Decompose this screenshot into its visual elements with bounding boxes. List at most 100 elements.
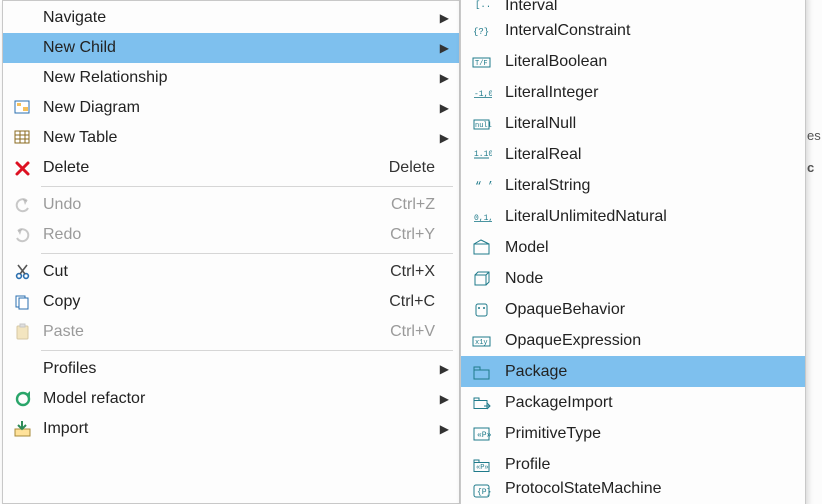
redo-icon bbox=[9, 224, 37, 246]
model-icon bbox=[467, 237, 497, 259]
menu-item-label: Navigate bbox=[43, 9, 106, 27]
submenu-item-label: ProtocolStateMachine bbox=[503, 480, 662, 498]
submenu-item-label: Node bbox=[503, 270, 543, 288]
literal-null-icon: null bbox=[467, 113, 497, 135]
menu-item-undo: UndoCtrl+Z bbox=[3, 190, 459, 220]
submenu-item-label: IntervalConstraint bbox=[503, 22, 630, 40]
menu-item-label: Redo bbox=[43, 226, 81, 244]
menu-item-import[interactable]: Import▶ bbox=[3, 414, 459, 444]
menu-item-shortcut: Ctrl+Y bbox=[390, 226, 435, 244]
svg-text:“ ”: “ ” bbox=[475, 181, 492, 193]
menu-item-copy[interactable]: Copy Ctrl+C bbox=[3, 287, 459, 317]
node-icon bbox=[467, 268, 497, 290]
import-icon bbox=[9, 418, 37, 440]
menu-item-shortcut: Ctrl+Z bbox=[391, 196, 435, 214]
package-import-icon bbox=[467, 392, 497, 414]
copy-icon bbox=[9, 291, 37, 313]
svg-text:«P»: «P» bbox=[477, 431, 492, 440]
literal-unlimited-icon: 0,1,* bbox=[467, 206, 497, 228]
new-child-submenu[interactable]: [..] Interval {?} IntervalConstraint T/FLite… bbox=[460, 0, 806, 504]
menu-item-shortcut: Ctrl+C bbox=[389, 293, 435, 311]
submenu-item-label: OpaqueExpression bbox=[503, 332, 641, 350]
menu-separator bbox=[41, 350, 453, 351]
menu-item-delete[interactable]: Delete Delete bbox=[3, 153, 459, 183]
submenu-item-literalinteger[interactable]: -1,0, LiteralInteger bbox=[461, 77, 805, 108]
literal-real-icon: 1.10 bbox=[467, 144, 497, 166]
package-icon bbox=[467, 361, 497, 383]
submenu-item-interval[interactable]: [..] Interval bbox=[461, 0, 805, 15]
submenu-item-label: OpaqueBehavior bbox=[503, 301, 625, 319]
submenu-item-literalboolean[interactable]: T/FLiteralBoolean bbox=[461, 46, 805, 77]
menu-item-label: Copy bbox=[43, 293, 80, 311]
new-table-icon bbox=[9, 127, 37, 149]
menu-item-new-child[interactable]: New Child▶ bbox=[3, 33, 459, 63]
menu-item-label: Delete bbox=[43, 159, 89, 177]
submenu-arrow-icon: ▶ bbox=[435, 12, 449, 24]
opaque-expression-icon: x1y bbox=[467, 330, 497, 352]
submenu-item-label: PrimitiveType bbox=[503, 425, 601, 443]
submenu-item-intervalconstraint[interactable]: {?} IntervalConstraint bbox=[461, 15, 805, 46]
submenu-item-primitivetype[interactable]: «P» PrimitiveType bbox=[461, 418, 805, 449]
background-panel-edge: es c bbox=[804, 0, 822, 504]
submenu-item-label: Package bbox=[503, 363, 567, 381]
context-menu[interactable]: Navigate▶New Child▶New Relationship▶New … bbox=[2, 0, 460, 504]
menu-item-profiles[interactable]: Profiles▶ bbox=[3, 354, 459, 384]
submenu-item-literalunlimitednatural[interactable]: 0,1,* LiteralUnlimitedNatural bbox=[461, 201, 805, 232]
menu-item-cut[interactable]: Cut Ctrl+X bbox=[3, 257, 459, 287]
blank-icon bbox=[9, 358, 37, 380]
submenu-arrow-icon: ▶ bbox=[435, 102, 449, 114]
svg-text:[..]: [..] bbox=[475, 0, 492, 10]
submenu-item-literalreal[interactable]: 1.10 LiteralReal bbox=[461, 139, 805, 170]
literal-integer-icon: -1,0, bbox=[467, 82, 497, 104]
menu-item-new-relationship[interactable]: New Relationship ▶ bbox=[3, 63, 459, 93]
submenu-item-profile[interactable]: «P» Profile bbox=[461, 449, 805, 480]
menu-item-navigate[interactable]: Navigate ▶ bbox=[3, 3, 459, 33]
menu-item-label: Cut bbox=[43, 263, 68, 281]
submenu-item-opaqueexpression[interactable]: x1y OpaqueExpression bbox=[461, 325, 805, 356]
submenu-item-literalnull[interactable]: null LiteralNull bbox=[461, 108, 805, 139]
menu-separator bbox=[41, 253, 453, 254]
submenu-item-label: LiteralInteger bbox=[503, 84, 598, 102]
blank-icon bbox=[9, 37, 37, 59]
protocol-sm-icon: {P} bbox=[467, 480, 497, 500]
paste-icon bbox=[9, 321, 37, 343]
menu-item-label: Profiles bbox=[43, 360, 96, 378]
menu-item-new-table[interactable]: New Table▶ bbox=[3, 123, 459, 153]
submenu-item-label: LiteralString bbox=[503, 177, 590, 195]
menu-item-label: New Relationship bbox=[43, 69, 168, 87]
model-refactor-icon bbox=[9, 388, 37, 410]
interval-constraint-icon: {?} bbox=[467, 20, 497, 42]
submenu-item-node[interactable]: Node bbox=[461, 263, 805, 294]
bg-hint: c bbox=[805, 152, 822, 184]
bg-hint: es bbox=[805, 120, 822, 152]
delete-icon bbox=[9, 157, 37, 179]
submenu-arrow-icon: ▶ bbox=[435, 423, 449, 435]
submenu-arrow-icon: ▶ bbox=[435, 72, 449, 84]
menu-item-new-diagram[interactable]: New Diagram ▶ bbox=[3, 93, 459, 123]
menu-item-shortcut: Delete bbox=[389, 159, 435, 177]
svg-text:0,1,*: 0,1,* bbox=[474, 214, 492, 223]
submenu-item-opaquebehavior[interactable]: OpaqueBehavior bbox=[461, 294, 805, 325]
menu-item-shortcut: Ctrl+V bbox=[390, 323, 435, 341]
submenu-item-label: LiteralNull bbox=[503, 115, 576, 133]
profile-icon: «P» bbox=[467, 454, 497, 476]
submenu-item-label: Profile bbox=[503, 456, 550, 474]
submenu-item-packageimport[interactable]: PackageImport bbox=[461, 387, 805, 418]
svg-text:{?}: {?} bbox=[473, 27, 489, 37]
submenu-item-label: LiteralUnlimitedNatural bbox=[503, 208, 667, 226]
submenu-item-package[interactable]: Package bbox=[461, 356, 805, 387]
blank-icon bbox=[9, 67, 37, 89]
submenu-item-literalstring[interactable]: “ ” LiteralString bbox=[461, 170, 805, 201]
submenu-item-protocolstatemachine[interactable]: {P} ProtocolStateMachine bbox=[461, 480, 805, 500]
cut-icon bbox=[9, 261, 37, 283]
svg-text:«P»: «P» bbox=[476, 464, 489, 472]
submenu-item-label: PackageImport bbox=[503, 394, 613, 412]
interval-icon: [..] bbox=[467, 0, 497, 15]
menu-item-model-refactor[interactable]: Model refactor▶ bbox=[3, 384, 459, 414]
menu-item-label: New Diagram bbox=[43, 99, 140, 117]
menu-item-shortcut: Ctrl+X bbox=[390, 263, 435, 281]
submenu-item-model[interactable]: Model bbox=[461, 232, 805, 263]
svg-text:-1,0,: -1,0, bbox=[474, 90, 492, 99]
submenu-item-label: LiteralReal bbox=[503, 146, 581, 164]
submenu-item-label: Interval bbox=[503, 0, 557, 15]
